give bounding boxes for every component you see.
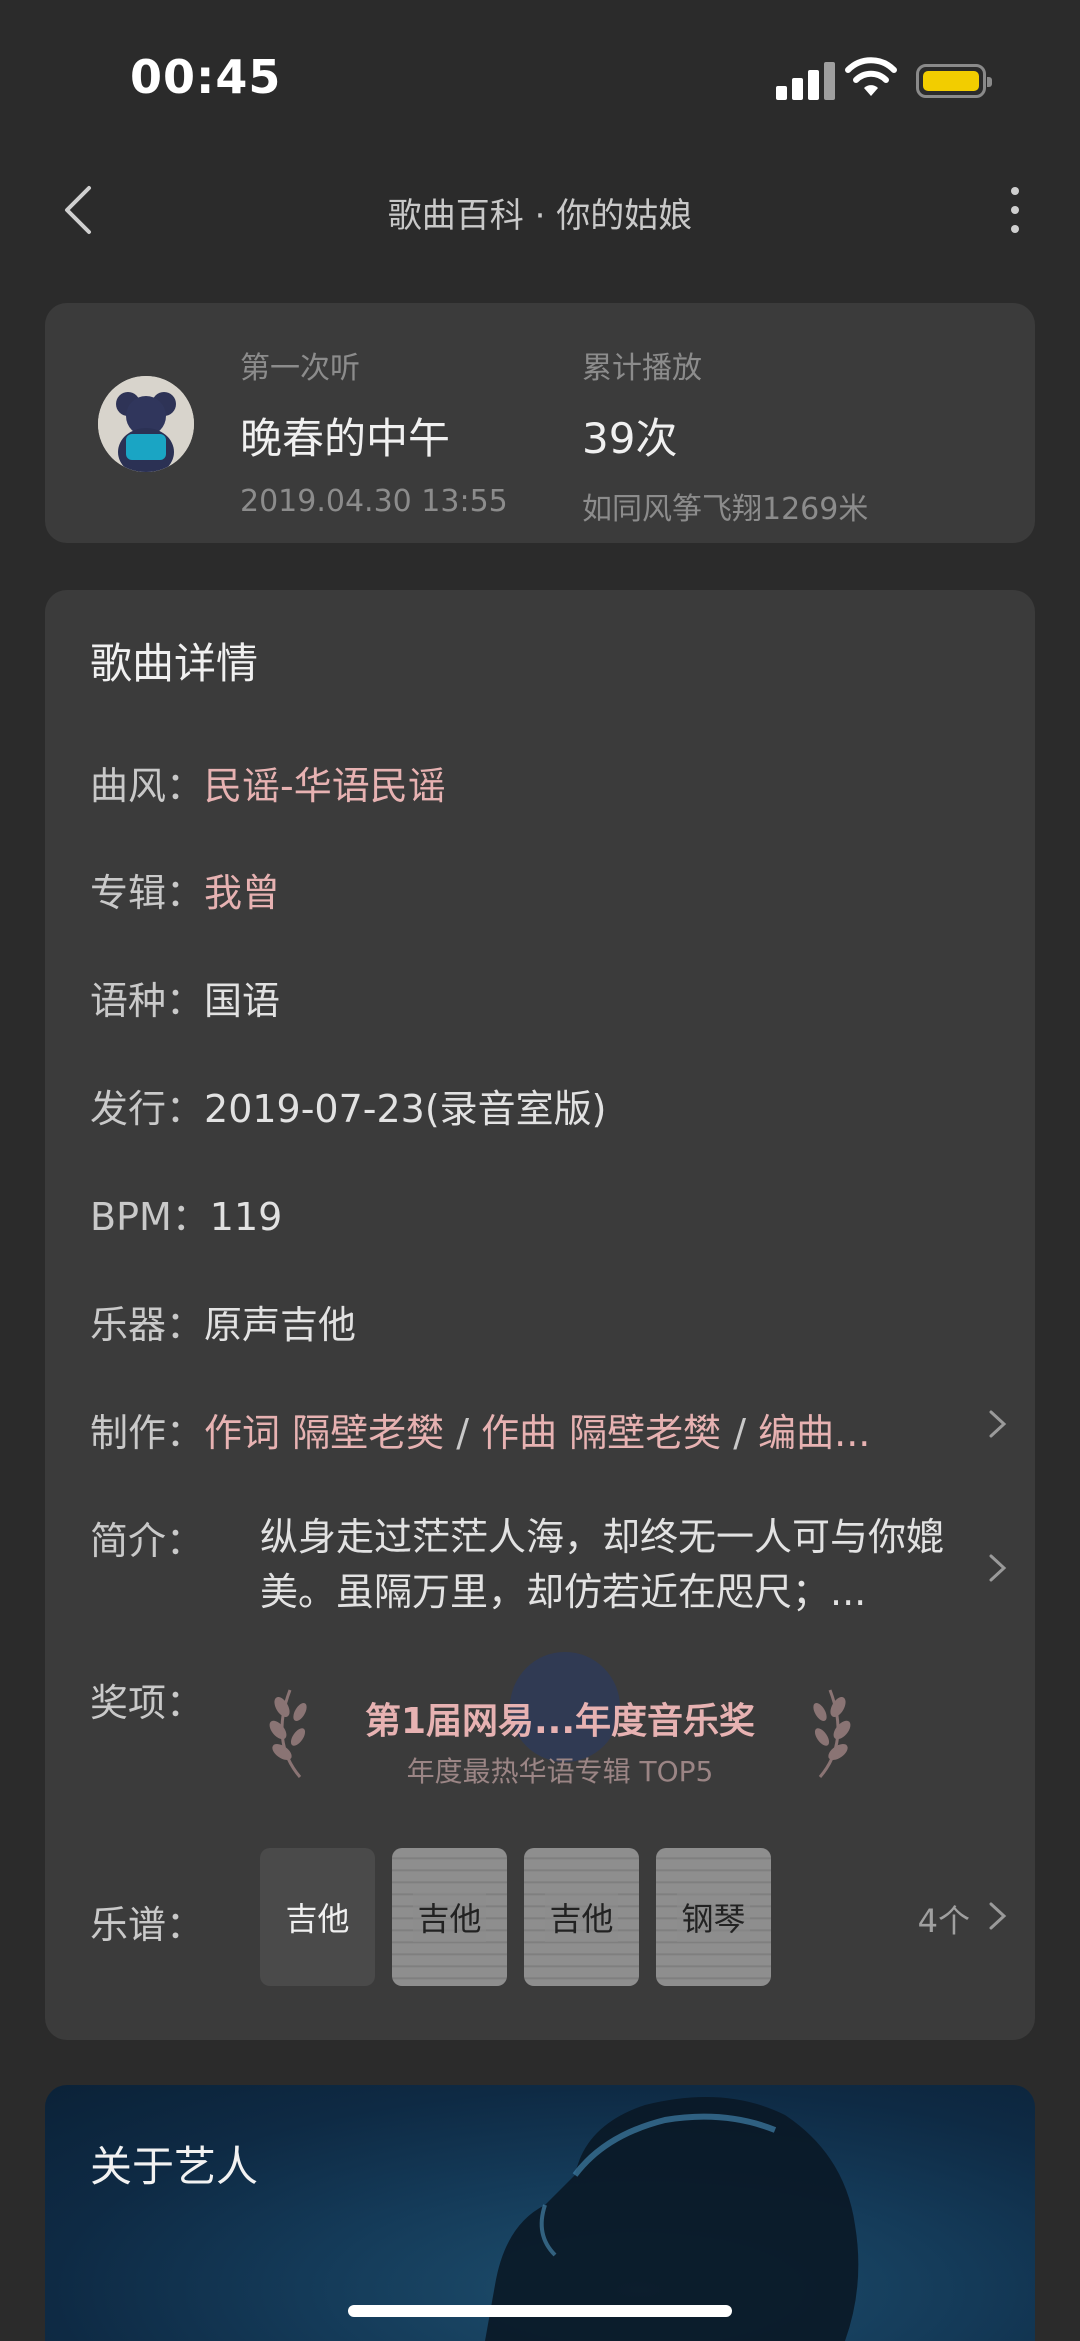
about-artist-title: 关于艺人 <box>90 2142 259 2191</box>
genre-key: 曲风： <box>90 764 205 808</box>
song-details-card: 歌曲详情 曲风：民谣-华语民谣 专辑：我曾 语种：国语 发行：2019-07-2… <box>45 590 1035 2040</box>
first-listen-label: 第一次听 <box>240 351 360 386</box>
album-row[interactable]: 专辑：我曾 <box>90 862 1010 917</box>
chevron-right-icon <box>989 1410 1007 1438</box>
score-count[interactable]: 4个 <box>918 1896 970 1942</box>
laurel-right-icon <box>813 1689 851 1778</box>
production-key: 制作： <box>90 1411 205 1455</box>
scores-row[interactable]: 乐谱： 吉他 吉他 吉他 钢琴 4个 <box>90 1848 1010 1988</box>
intro-text: 纵身走过茫茫人海，却终无一人可与你媲美。虽隔万里，却仿若近在咫尺；... <box>260 1515 945 1614</box>
listen-stats-card: 第一次听 晚春的中午 2019.04.30 13:55 累计播放 39次 如同风… <box>45 303 1035 543</box>
score-card[interactable]: 吉他 <box>392 1848 507 1986</box>
song-details-title: 歌曲详情 <box>90 639 259 688</box>
composer-link[interactable]: 作曲 隔壁老樊 <box>481 1411 721 1455</box>
user-avatar[interactable] <box>98 376 194 472</box>
intro-row[interactable]: 简介： 纵身走过茫茫人海，却终无一人可与你媲美。虽隔万里，却仿若近在咫尺；... <box>90 1510 1010 1630</box>
language-key: 语种： <box>90 979 205 1023</box>
intro-key: 简介： <box>90 1519 205 1563</box>
score-card[interactable]: 吉他 <box>524 1848 639 1986</box>
artist-photo <box>485 2097 859 2341</box>
total-plays-label: 累计播放 <box>582 351 702 386</box>
scores-key: 乐谱： <box>90 1903 205 1947</box>
status-bar: 00:45 <box>0 0 1080 150</box>
wifi-icon <box>845 57 897 96</box>
bpm-value: 119 <box>209 1195 283 1239</box>
first-listen-value: 晚春的中午 <box>240 414 451 463</box>
instrument-key: 乐器： <box>90 1303 205 1347</box>
award-key: 奖项： <box>90 1681 205 1725</box>
chevron-right-icon <box>989 1902 1007 1930</box>
language-value: 国语 <box>204 979 281 1023</box>
instrument-value: 原声吉他 <box>204 1303 357 1347</box>
instrument-row: 乐器：原声吉他 <box>90 1294 1010 1349</box>
page-title: 歌曲百科 · 你的姑娘 <box>387 196 693 236</box>
status-time: 00:45 <box>130 50 282 104</box>
first-listen-column: 第一次听 晚春的中午 2019.04.30 13:55 <box>240 343 508 519</box>
first-listen-date: 2019.04.30 13:55 <box>240 484 508 519</box>
battery-icon <box>916 64 992 98</box>
total-plays-sub: 如同风筝飞翔1269米 <box>582 492 869 527</box>
score-card[interactable]: 钢琴 <box>656 1848 771 1986</box>
release-row: 发行：2019-07-23(录音室版) <box>90 1078 1010 1133</box>
about-artist-card[interactable]: 关于艺人 <box>45 2085 1035 2341</box>
genre-value[interactable]: 民谣-华语民谣 <box>204 764 446 808</box>
cellular-signal-icon <box>776 60 836 100</box>
release-key: 发行： <box>90 1087 205 1131</box>
arranger-link[interactable]: 编曲... <box>758 1411 870 1455</box>
top-nav: 歌曲百科 · 你的姑娘 <box>0 150 1080 270</box>
bpm-key: BPM： <box>90 1195 210 1239</box>
more-options-icon[interactable] <box>994 180 1034 240</box>
score-card[interactable]: 吉他 <box>260 1848 375 1986</box>
total-plays-column: 累计播放 39次 如同风筝飞翔1269米 <box>582 343 868 528</box>
album-value[interactable]: 我曾 <box>204 871 280 915</box>
genre-row[interactable]: 曲风：民谣-华语民谣 <box>90 755 1010 810</box>
lyricist-link[interactable]: 作词 隔壁老樊 <box>204 1411 444 1455</box>
album-key: 专辑： <box>90 871 205 915</box>
award-subtitle: 年度最热华语专辑 TOP5 <box>406 1755 714 1788</box>
chevron-right-icon <box>989 1554 1007 1582</box>
bpm-row: BPM：119 <box>90 1186 1010 1241</box>
language-row: 语种：国语 <box>90 970 1010 1025</box>
award-row[interactable]: 奖项： 第1届网易...年度音乐奖 年度最热华语专辑 TOP5 <box>90 1652 1010 1792</box>
total-plays-value: 39次 <box>582 414 678 463</box>
award-title: 第1届网易...年度音乐奖 <box>364 1701 756 1742</box>
production-row[interactable]: 制作：作词 隔壁老樊 / 作曲 隔壁老樊 / 编曲... <box>90 1402 1010 1457</box>
home-indicator[interactable] <box>348 2305 732 2317</box>
award-badge[interactable]: 第1届网易...年度音乐奖 年度最热华语专辑 TOP5 <box>260 1652 860 1792</box>
release-value: 2019-07-23(录音室版) <box>204 1087 607 1131</box>
